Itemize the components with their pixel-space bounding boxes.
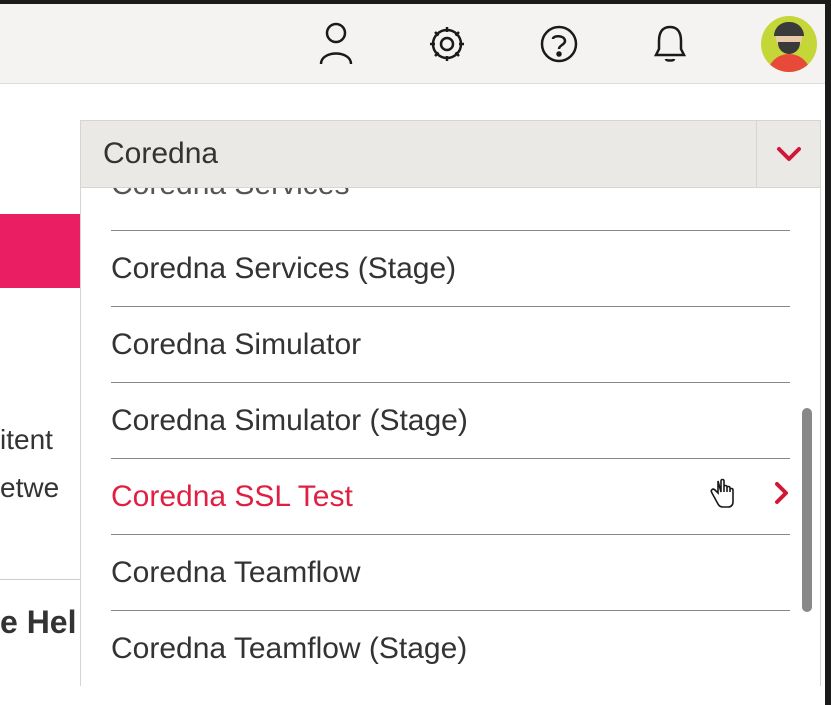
list-item[interactable]: Coredna Services (Stage) [111, 230, 790, 306]
dropdown-container: Coredna Coredna Services Coredna Service… [80, 84, 831, 705]
dropdown-toggle[interactable] [756, 121, 820, 187]
background-divider [0, 579, 80, 580]
list-item[interactable]: Coredna Simulator [111, 306, 790, 382]
list-item[interactable]: Coredna Teamflow [111, 534, 790, 610]
scrollbar-thumb[interactable] [802, 408, 812, 612]
list-item-label: Coredna Teamflow (Stage) [111, 632, 467, 666]
list-item-label: Coredna Simulator [111, 328, 361, 362]
list-item-label: Coredna SSL Test [111, 480, 353, 514]
person-icon[interactable] [317, 22, 355, 66]
dropdown-selected-label: Coredna [103, 137, 218, 171]
cursor-hand-icon [708, 476, 736, 518]
help-icon[interactable] [539, 24, 579, 64]
chevron-down-icon [775, 145, 803, 163]
list-item-label: Coredna Simulator (Stage) [111, 404, 468, 438]
list-item[interactable]: Coredna Simulator (Stage) [111, 382, 790, 458]
avatar[interactable] [761, 16, 817, 72]
background-text: etwe [0, 472, 80, 504]
content-area: itent etwe e Hel Coredna Coredna Service… [0, 84, 831, 705]
chevron-right-icon [774, 480, 790, 514]
background-text: e Hel [0, 604, 80, 641]
window-edge [825, 0, 831, 705]
list-item-highlighted[interactable]: Coredna SSL Test [111, 458, 790, 534]
dropdown-list: Coredna Services Coredna Services (Stage… [80, 188, 821, 686]
list-item[interactable]: Coredna Teamflow (Stage) [111, 610, 790, 686]
list-item-label: Coredna Services [111, 188, 349, 202]
list-item[interactable]: Coredna Services [111, 188, 790, 230]
dropdown-selected[interactable]: Coredna [80, 120, 821, 188]
bell-icon[interactable] [651, 23, 689, 65]
left-strip: itent etwe e Hel [0, 84, 80, 705]
list-item-label: Coredna Teamflow [111, 556, 361, 590]
top-toolbar [0, 0, 831, 84]
list-item-label: Coredna Services (Stage) [111, 252, 456, 286]
background-text: itent [0, 424, 80, 456]
gear-icon[interactable] [427, 24, 467, 64]
active-sidebar-indicator [0, 214, 80, 288]
